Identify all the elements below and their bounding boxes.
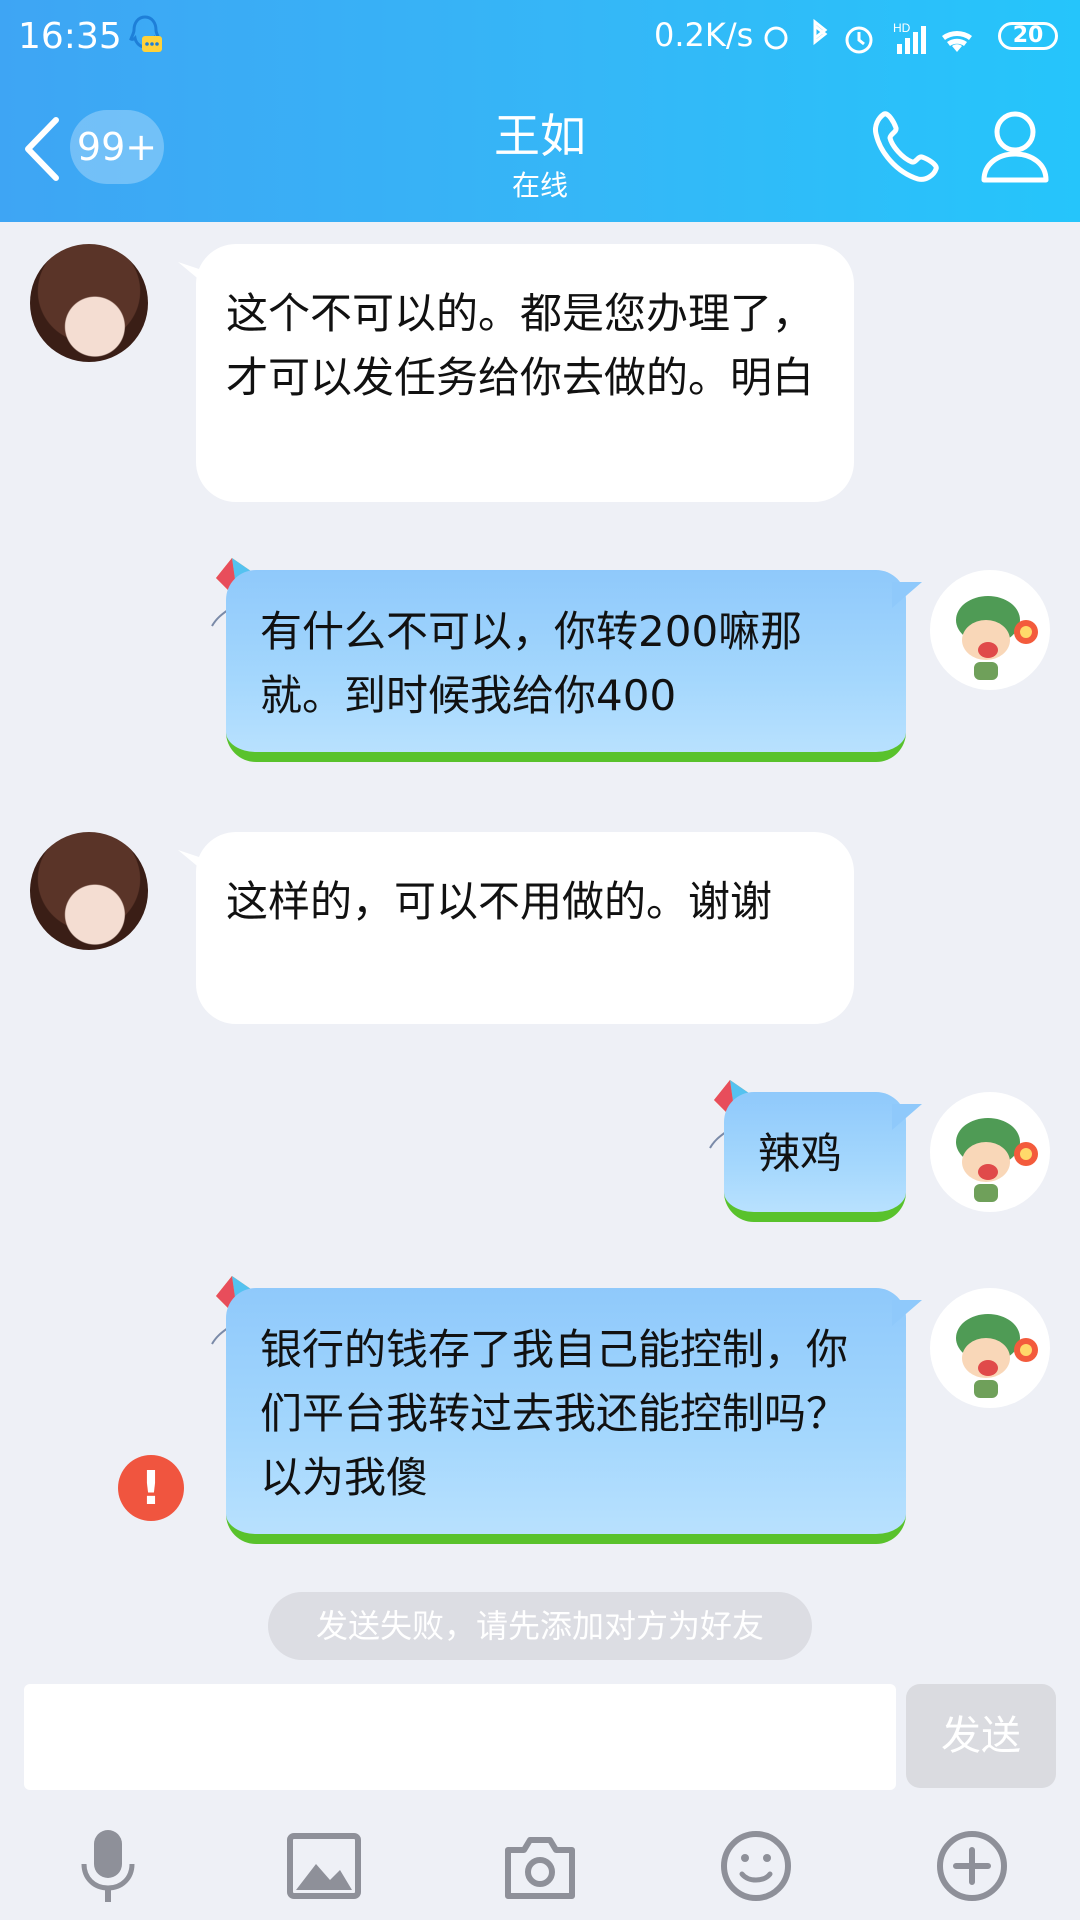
message-input[interactable] bbox=[24, 1684, 896, 1790]
user-avatar[interactable] bbox=[930, 1092, 1050, 1212]
outgoing-message-bubble[interactable]: 辣鸡 bbox=[724, 1092, 906, 1222]
outgoing-message-bubble[interactable]: 有什么不可以，你转200嘛那就。到时候我给你400 bbox=[226, 570, 906, 762]
send-button[interactable]: 发送 bbox=[906, 1684, 1056, 1788]
send-failed-notice: 发送失败，请先添加对方为好友 bbox=[268, 1592, 812, 1660]
contact-avatar[interactable] bbox=[30, 832, 148, 950]
microphone-icon[interactable] bbox=[68, 1826, 148, 1906]
user-avatar[interactable] bbox=[930, 570, 1050, 690]
chat-header: 16:35 0.2K/s HD 20 99+ 王如 在线 bbox=[0, 0, 1080, 222]
status-icons: HD bbox=[764, 18, 972, 54]
battery-indicator: 20 bbox=[998, 22, 1058, 50]
qq-notification-icon bbox=[129, 15, 162, 52]
incoming-message-bubble[interactable]: 这个不可以的。都是您办理了，才可以发任务给你去做的。明白 bbox=[196, 244, 854, 502]
profile-icon[interactable] bbox=[980, 108, 1050, 184]
user-avatar[interactable] bbox=[930, 1288, 1050, 1408]
incoming-message-bubble[interactable]: 这样的，可以不用做的。谢谢 bbox=[196, 832, 854, 1024]
network-speed: 0.2K/s bbox=[654, 16, 754, 54]
plus-icon[interactable] bbox=[932, 1826, 1012, 1906]
soldier-avatar-icon bbox=[956, 596, 1038, 680]
status-bar: 16:35 0.2K/s HD 20 bbox=[0, 0, 1080, 76]
wifi-icon bbox=[942, 31, 972, 52]
status-time: 16:35 bbox=[18, 16, 122, 57]
soldier-avatar-icon bbox=[956, 1118, 1038, 1202]
outgoing-message-bubble[interactable]: 银行的钱存了我自己能控制，你们平台我转过去我还能控制吗？以为我傻 bbox=[226, 1288, 906, 1544]
send-failed-icon[interactable]: ! bbox=[118, 1455, 184, 1521]
svg-text:HD: HD bbox=[893, 21, 911, 35]
emoji-icon[interactable] bbox=[716, 1826, 796, 1906]
contact-avatar[interactable] bbox=[30, 244, 148, 362]
image-icon[interactable] bbox=[284, 1826, 364, 1906]
bluetooth-icon bbox=[813, 18, 828, 46]
phone-icon[interactable] bbox=[870, 108, 946, 184]
camera-icon[interactable] bbox=[500, 1826, 580, 1906]
hotspot-icon bbox=[764, 26, 788, 50]
soldier-avatar-icon bbox=[956, 1314, 1038, 1398]
